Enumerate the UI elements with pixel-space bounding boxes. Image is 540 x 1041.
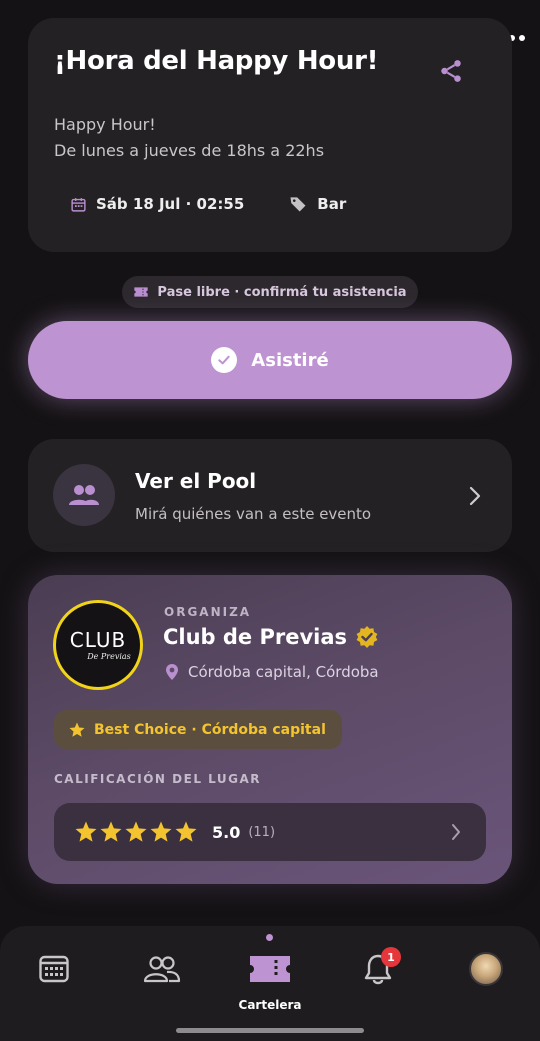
event-category: Bar — [288, 194, 346, 214]
location-pin-icon — [166, 664, 178, 680]
tag-icon — [290, 197, 306, 212]
rating-label: CALIFICACIÓN DEL LUGAR — [54, 772, 261, 786]
attend-button-label: Asistiré — [251, 349, 329, 371]
event-card: ¡Hora del Happy Hour! Happy Hour! De lun… — [28, 18, 512, 252]
event-meta: Sáb 18 Jul · 02:55 Bar — [70, 194, 346, 214]
pool-subtitle: Mirá quiénes van a este evento — [135, 505, 372, 523]
ticket-icon — [134, 287, 149, 297]
check-circle-icon — [211, 347, 238, 373]
pase-libre-text: Pase libre · confirmá tu asistencia — [157, 284, 407, 300]
nav-people[interactable] — [132, 944, 192, 994]
home-indicator — [176, 1028, 364, 1033]
best-choice-badge: Best Choice · Córdoba capital — [54, 710, 342, 749]
chevron-right-icon — [469, 486, 481, 506]
event-datetime-text: Sáb 18 Jul · 02:55 — [96, 195, 245, 213]
rating-box[interactable]: 5.0 (11) — [54, 803, 486, 861]
organizer-name[interactable]: Club de Previas — [163, 625, 379, 649]
chevron-right-icon — [452, 824, 460, 840]
rating-count: (11) — [248, 824, 276, 840]
attend-button[interactable]: Asistiré — [28, 321, 512, 399]
people-outline-icon — [143, 956, 181, 983]
pase-libre-pill: Pase libre · confirmá tu asistencia — [122, 276, 418, 308]
event-title: ¡Hora del Happy Hour! — [54, 46, 379, 76]
organizer-logo-subtext: De Previas — [87, 651, 131, 661]
pool-title: Ver el Pool — [135, 469, 257, 493]
ticket-icon — [250, 956, 290, 982]
nav-calendar[interactable] — [24, 944, 84, 994]
organizer-location: Córdoba capital, Córdoba — [165, 663, 379, 681]
organizer-section-label: ORGANIZA — [164, 605, 252, 619]
screen: ¡Hora del Happy Hour! Happy Hour! De lun… — [0, 0, 540, 1041]
dot-icon — [519, 35, 525, 41]
nav-cartelera-label: Cartelera — [238, 998, 302, 1012]
share-icon[interactable] — [438, 58, 464, 84]
star-icon — [75, 821, 97, 842]
star-icon — [69, 722, 85, 737]
notification-badge: 1 — [381, 947, 401, 967]
organizer-card: CLUB De Previas ORGANIZA Club de Previas… — [28, 575, 512, 884]
bottom-nav: Cartelera 1 — [0, 926, 540, 1041]
event-datetime: Sáb 18 Jul · 02:55 — [70, 195, 244, 213]
avatar — [469, 952, 503, 986]
organizer-location-text: Córdoba capital, Córdoba — [188, 663, 379, 681]
organizer-name-text: Club de Previas — [163, 625, 348, 649]
nav-profile[interactable] — [456, 944, 516, 994]
event-description-line: De lunes a jueves de 18hs a 22hs — [54, 141, 325, 160]
star-icon — [100, 821, 122, 842]
event-description-line: Happy Hour! — [54, 115, 156, 134]
active-indicator-dot — [266, 934, 273, 941]
calendar-icon — [71, 197, 86, 212]
nav-cartelera[interactable] — [240, 944, 300, 994]
star-icon — [150, 821, 172, 842]
rating-stars — [74, 820, 198, 844]
event-description: Happy Hour! De lunes a jueves de 18hs a … — [54, 112, 324, 164]
pool-card[interactable]: Ver el Pool Mirá quiénes van a este even… — [28, 439, 512, 552]
best-choice-text: Best Choice · Córdoba capital — [94, 721, 326, 738]
nav-notifications[interactable]: 1 — [348, 944, 408, 994]
organizer-logo-text: CLUB — [69, 627, 127, 652]
star-icon — [125, 821, 147, 842]
people-icon — [53, 464, 115, 526]
verified-badge-icon — [356, 626, 378, 648]
rating-score: 5.0 — [212, 822, 241, 842]
event-category-text: Bar — [317, 195, 347, 213]
organizer-logo[interactable]: CLUB De Previas — [53, 600, 143, 690]
calendar-grid-icon — [39, 955, 69, 983]
star-icon — [175, 821, 197, 842]
